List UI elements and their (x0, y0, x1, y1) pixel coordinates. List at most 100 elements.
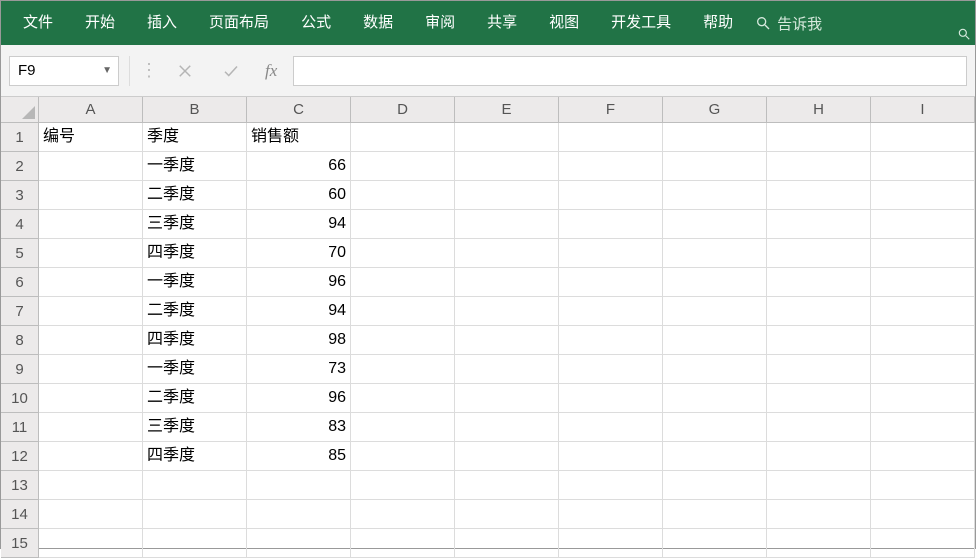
cell-I5[interactable] (871, 239, 975, 268)
row-header-1[interactable]: 1 (1, 123, 38, 152)
cell-E14[interactable] (455, 500, 559, 529)
col-header-C[interactable]: C (247, 97, 351, 123)
cell-B7[interactable]: 二季度 (143, 297, 247, 326)
cell-H9[interactable] (767, 355, 871, 384)
cell-I12[interactable] (871, 442, 975, 471)
cell-G2[interactable] (663, 152, 767, 181)
cell-I9[interactable] (871, 355, 975, 384)
cell-D13[interactable] (351, 471, 455, 500)
cell-H1[interactable] (767, 123, 871, 152)
cell-C9[interactable]: 73 (247, 355, 351, 384)
row-header-12[interactable]: 12 (1, 442, 38, 471)
cancel-button[interactable] (167, 56, 203, 86)
cell-E3[interactable] (455, 181, 559, 210)
row-header-13[interactable]: 13 (1, 471, 38, 500)
cell-E6[interactable] (455, 268, 559, 297)
col-header-B[interactable]: B (143, 97, 247, 123)
cell-A7[interactable] (39, 297, 143, 326)
cell-C14[interactable] (247, 500, 351, 529)
cell-B9[interactable]: 一季度 (143, 355, 247, 384)
cell-E1[interactable] (455, 123, 559, 152)
cell-F10[interactable] (559, 384, 663, 413)
cell-C7[interactable]: 94 (247, 297, 351, 326)
cell-A1[interactable]: 编号 (39, 123, 143, 152)
cell-I13[interactable] (871, 471, 975, 500)
cell-F13[interactable] (559, 471, 663, 500)
col-header-I[interactable]: I (871, 97, 975, 123)
cell-F6[interactable] (559, 268, 663, 297)
cell-B6[interactable]: 一季度 (143, 268, 247, 297)
cell-G9[interactable] (663, 355, 767, 384)
cell-A14[interactable] (39, 500, 143, 529)
ribbon-tab-5[interactable]: 数据 (347, 1, 409, 45)
cell-B11[interactable]: 三季度 (143, 413, 247, 442)
cell-I11[interactable] (871, 413, 975, 442)
cell-E15[interactable] (455, 529, 559, 558)
cell-I15[interactable] (871, 529, 975, 558)
col-header-F[interactable]: F (559, 97, 663, 123)
cell-A9[interactable] (39, 355, 143, 384)
ribbon-tab-7[interactable]: 共享 (471, 1, 533, 45)
row-header-4[interactable]: 4 (1, 210, 38, 239)
cell-B8[interactable]: 四季度 (143, 326, 247, 355)
cell-H15[interactable] (767, 529, 871, 558)
cell-G12[interactable] (663, 442, 767, 471)
cells-area[interactable]: 编号季度销售额一季度66二季度60三季度94四季度70一季度96二季度94四季度… (39, 123, 975, 558)
cell-D4[interactable] (351, 210, 455, 239)
cell-I7[interactable] (871, 297, 975, 326)
cell-D3[interactable] (351, 181, 455, 210)
cell-G13[interactable] (663, 471, 767, 500)
cell-H6[interactable] (767, 268, 871, 297)
cell-B10[interactable]: 二季度 (143, 384, 247, 413)
cell-C1[interactable]: 销售额 (247, 123, 351, 152)
cell-B12[interactable]: 四季度 (143, 442, 247, 471)
cell-B14[interactable] (143, 500, 247, 529)
cell-B5[interactable]: 四季度 (143, 239, 247, 268)
col-header-D[interactable]: D (351, 97, 455, 123)
ribbon-tab-1[interactable]: 开始 (69, 1, 131, 45)
row-header-10[interactable]: 10 (1, 384, 38, 413)
cell-C12[interactable]: 85 (247, 442, 351, 471)
ribbon-tab-2[interactable]: 插入 (131, 1, 193, 45)
name-box[interactable]: F9 ▼ (9, 56, 119, 86)
cell-F9[interactable] (559, 355, 663, 384)
col-header-A[interactable]: A (39, 97, 143, 123)
cell-G6[interactable] (663, 268, 767, 297)
cell-H10[interactable] (767, 384, 871, 413)
cell-H7[interactable] (767, 297, 871, 326)
cell-E8[interactable] (455, 326, 559, 355)
row-header-7[interactable]: 7 (1, 297, 38, 326)
col-header-G[interactable]: G (663, 97, 767, 123)
cell-B13[interactable] (143, 471, 247, 500)
cell-G3[interactable] (663, 181, 767, 210)
cell-G1[interactable] (663, 123, 767, 152)
cell-E5[interactable] (455, 239, 559, 268)
cell-H12[interactable] (767, 442, 871, 471)
cell-E2[interactable] (455, 152, 559, 181)
ribbon-tab-6[interactable]: 审阅 (409, 1, 471, 45)
tell-me-search[interactable]: 告诉我 (755, 13, 822, 34)
cell-F8[interactable] (559, 326, 663, 355)
cell-E10[interactable] (455, 384, 559, 413)
ribbon-tab-0[interactable]: 文件 (7, 1, 69, 45)
cell-C10[interactable]: 96 (247, 384, 351, 413)
cell-E9[interactable] (455, 355, 559, 384)
cell-G5[interactable] (663, 239, 767, 268)
cell-A8[interactable] (39, 326, 143, 355)
fx-button[interactable]: fx (259, 61, 283, 81)
cell-H8[interactable] (767, 326, 871, 355)
cell-D6[interactable] (351, 268, 455, 297)
cell-I3[interactable] (871, 181, 975, 210)
cell-C5[interactable]: 70 (247, 239, 351, 268)
cell-I8[interactable] (871, 326, 975, 355)
cell-F4[interactable] (559, 210, 663, 239)
cell-G11[interactable] (663, 413, 767, 442)
cell-F7[interactable] (559, 297, 663, 326)
row-header-5[interactable]: 5 (1, 239, 38, 268)
select-all-corner[interactable] (1, 97, 39, 123)
cell-C15[interactable] (247, 529, 351, 558)
ribbon-tab-3[interactable]: 页面布局 (193, 1, 285, 45)
ribbon-tab-10[interactable]: 帮助 (687, 1, 749, 45)
ribbon-tab-4[interactable]: 公式 (285, 1, 347, 45)
cell-A5[interactable] (39, 239, 143, 268)
